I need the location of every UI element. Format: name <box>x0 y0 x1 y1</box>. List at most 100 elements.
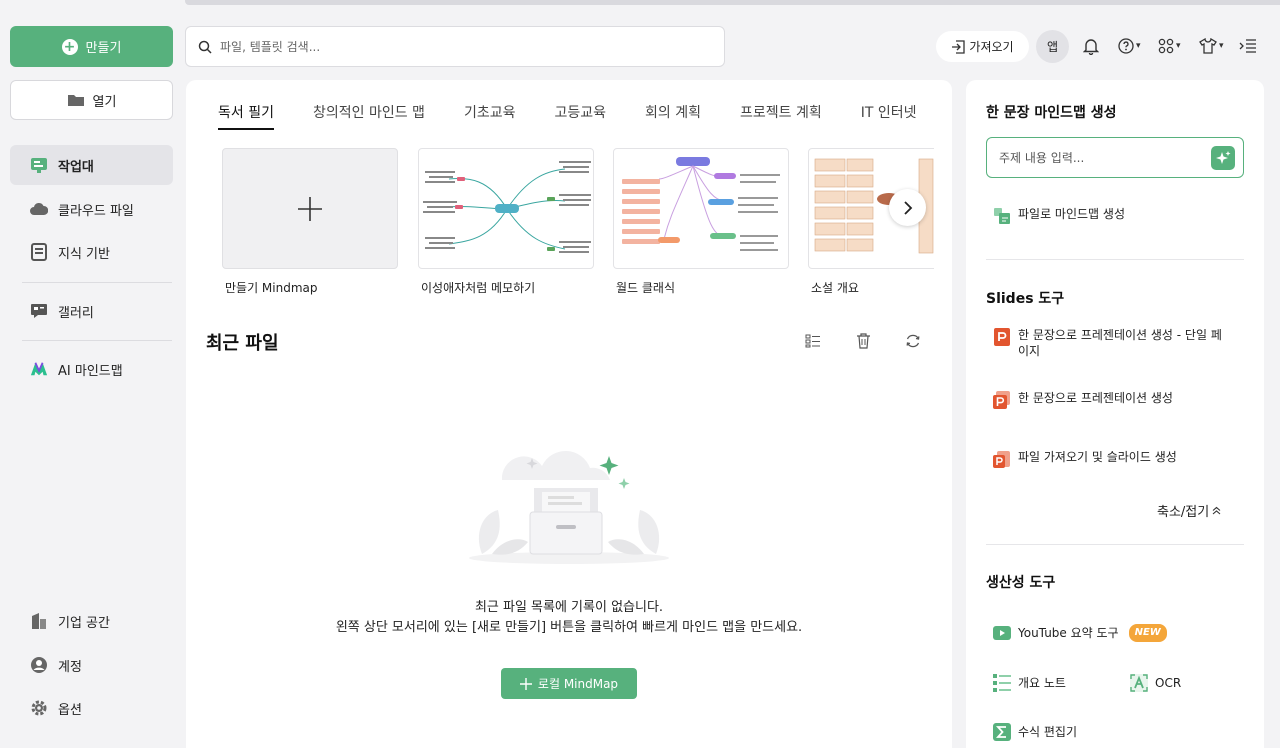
formula-editor-item[interactable]: 수식 편집기 <box>992 722 1077 742</box>
collapse-toggle[interactable]: 축소/접기 <box>1157 501 1221 520</box>
youtube-summary-label: YouTube 요약 도구 <box>1018 626 1119 640</box>
sidebar-item-label: 계정 <box>58 659 82 675</box>
sidebar-item-label: AI 마인드맵 <box>58 363 123 379</box>
sidebar-item-ai-mindmap[interactable]: AI 마인드맵 <box>10 349 173 389</box>
sidebar-item-cloud-files[interactable]: 클라우드 파일 <box>10 189 173 229</box>
sidebar-item-enterprise[interactable]: 기업 공간 <box>10 601 173 641</box>
skin-shirt-icon[interactable]: ▾ <box>1199 36 1224 56</box>
sidebar-item-workbench[interactable]: 작업대 <box>10 145 173 185</box>
slides-import-icon <box>992 449 1012 469</box>
collapse-panel-icon[interactable] <box>1239 36 1257 56</box>
template-carousel: 만들기 Mindmap 이성애자처럼 메모하기 월드 클래식 소설 개요 <box>222 148 934 298</box>
workbench-icon <box>30 156 48 174</box>
book-icon <box>30 243 48 261</box>
youtube-icon <box>992 623 1012 643</box>
open-button[interactable]: 열기 <box>10 80 173 120</box>
tab-basic-education[interactable]: 기초교육 <box>464 102 516 130</box>
import-icon <box>952 39 966 54</box>
open-button-label: 열기 <box>92 94 117 110</box>
ocr-item[interactable]: OCR <box>1129 673 1181 693</box>
tab-it-internet[interactable]: IT 인터넷 <box>861 102 917 130</box>
collapse-label: 축소/접기 <box>1157 505 1210 520</box>
chevron-down-icon: ▾ <box>1219 41 1224 51</box>
tab-higher-education[interactable]: 고등교육 <box>554 102 606 130</box>
gallery-icon <box>30 302 48 320</box>
help-icon[interactable]: ▾ <box>1118 36 1141 56</box>
slides-item-label: 한 문장으로 프레젠테이션 생성 <box>1018 391 1173 405</box>
slides-generate-item[interactable]: 한 문장으로 프레젠테이션 생성 <box>992 390 1173 410</box>
ai-mindmap-icon <box>30 360 48 378</box>
empty-state-line-1: 최근 파일 목록에 기록이 없습니다. <box>474 600 664 615</box>
outline-note-item[interactable]: 개요 노트 <box>992 673 1066 693</box>
ocr-label: OCR <box>1155 676 1182 690</box>
template-card[interactable]: 월드 클래식 <box>613 148 789 296</box>
tab-creative-mindmap[interactable]: 창의적인 마인드 맵 <box>313 102 425 130</box>
slides-item-label: 파일 가져오기 및 슬라이드 생성 <box>1018 450 1177 464</box>
divider <box>22 282 172 283</box>
file-mindmap-icon <box>992 206 1012 226</box>
tab-meeting-plan[interactable]: 회의 계획 <box>645 102 701 130</box>
template-thumbnail <box>418 148 594 269</box>
sidebar: + 만들기 열기 작업대 클라우드 파일 지식 기반 갤러리 AI 마인드맵 기… <box>0 0 185 748</box>
template-card-create[interactable]: 만들기 Mindmap <box>222 148 398 296</box>
sidebar-item-label: 기업 공간 <box>58 615 110 631</box>
empty-box-illustration <box>462 436 676 566</box>
search-input[interactable] <box>220 39 700 54</box>
template-thumbnail <box>613 148 789 269</box>
chevron-double-up-icon <box>1212 506 1221 515</box>
tab-project-plan[interactable]: 프로젝트 계획 <box>740 102 822 130</box>
divider <box>22 340 172 341</box>
folder-icon <box>67 95 84 106</box>
plus-icon <box>298 196 322 221</box>
chevron-down-icon: ▾ <box>1136 41 1141 51</box>
plus-icon <box>519 677 532 690</box>
apps-grid-icon[interactable]: ▾ <box>1158 36 1181 56</box>
formula-editor-label: 수식 편집기 <box>1018 725 1078 739</box>
sidebar-item-account[interactable]: 계정 <box>10 645 173 685</box>
slides-single-page-item[interactable]: 한 문장으로 프레젠테이션 생성 - 단일 페이지 <box>992 327 1232 359</box>
file-to-mindmap-item[interactable]: 파일로 마인드맵 생성 <box>992 206 1125 226</box>
app-button[interactable]: 앱 <box>1036 30 1069 63</box>
divider <box>986 544 1244 545</box>
create-button-label: 만들기 <box>85 41 122 56</box>
sidebar-item-knowledge-base[interactable]: 지식 기반 <box>10 232 173 272</box>
slides-import-item[interactable]: 파일 가져오기 및 슬라이드 생성 <box>992 449 1177 469</box>
sidebar-item-label: 클라우드 파일 <box>58 203 134 219</box>
outline-note-label: 개요 노트 <box>1018 676 1066 690</box>
slides-multi-icon <box>992 390 1012 410</box>
account-icon <box>30 656 48 674</box>
sidebar-item-label: 지식 기반 <box>58 246 110 262</box>
new-badge: NEW <box>1128 624 1167 642</box>
carousel-next-button[interactable] <box>889 189 926 226</box>
sidebar-item-options[interactable]: 옵션 <box>10 688 173 728</box>
youtube-summary-item[interactable]: YouTube 요약 도구 NEW <box>992 623 1167 643</box>
refresh-icon[interactable] <box>904 332 922 350</box>
cloud-icon <box>30 200 48 218</box>
template-tabs: 독서 필기 창의적인 마인드 맵 기초교육 고등교육 회의 계획 프로젝트 계획… <box>218 102 934 130</box>
search-icon <box>198 40 212 54</box>
topic-input[interactable] <box>999 150 1199 165</box>
topic-input-box[interactable] <box>986 137 1244 178</box>
divider <box>986 259 1244 260</box>
productivity-tools-title: 생산성 도구 <box>986 575 1056 591</box>
local-mindmap-button[interactable]: 로컬 MindMap <box>501 668 637 699</box>
tab-reading-notes[interactable]: 독서 필기 <box>218 102 274 130</box>
import-button[interactable]: 가져오기 <box>936 31 1029 62</box>
local-mindmap-label: 로컬 MindMap <box>537 677 619 691</box>
chevron-down-icon: ▾ <box>1176 41 1181 51</box>
gear-icon <box>30 699 48 717</box>
ai-generate-button[interactable] <box>1211 146 1235 170</box>
sparkle-icon <box>1216 151 1231 164</box>
sidebar-item-gallery[interactable]: 갤러리 <box>10 291 173 331</box>
sidebar-item-label: 옵션 <box>58 702 82 718</box>
search-bar[interactable] <box>185 26 725 67</box>
right-panel: 한 문장 마인드맵 생성 파일로 마인드맵 생성 Slides 도구 한 문장으… <box>966 80 1264 748</box>
create-button[interactable]: + 만들기 <box>10 26 173 67</box>
recent-files-title: 최근 파일 <box>206 333 279 354</box>
trash-icon[interactable] <box>854 332 872 350</box>
sigma-icon <box>992 722 1012 742</box>
template-label: 이성애자처럼 메모하기 <box>421 281 536 295</box>
template-card[interactable]: 이성애자처럼 메모하기 <box>418 148 594 296</box>
notification-bell-icon[interactable] <box>1083 36 1099 56</box>
list-view-icon[interactable] <box>804 332 822 350</box>
